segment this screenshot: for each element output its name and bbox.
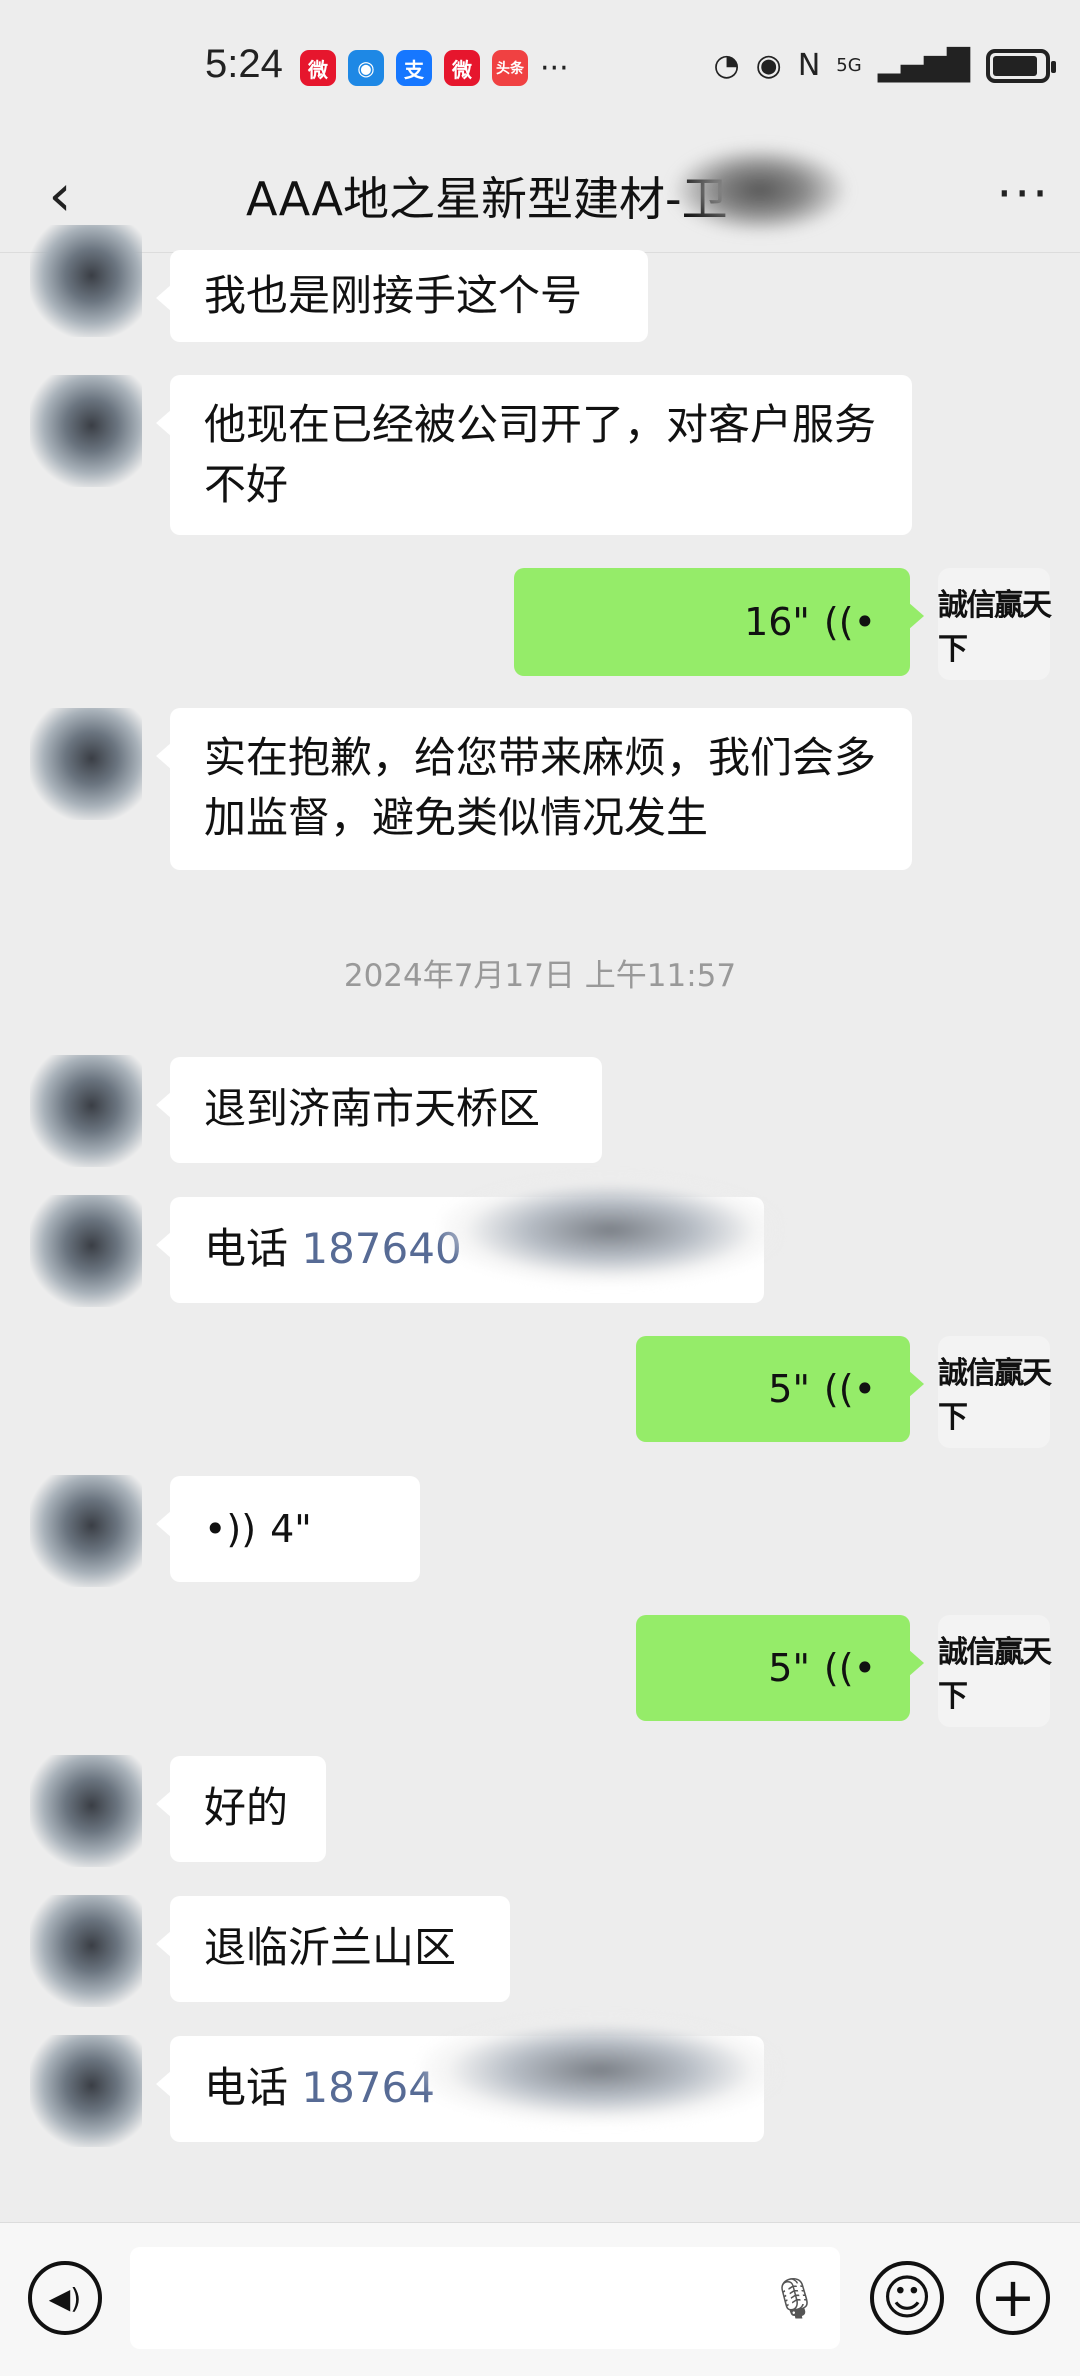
my-avatar[interactable]: 誠信贏天下 (938, 568, 1052, 680)
more-notifications-icon: ··· (540, 50, 569, 86)
alipay-icon: 支 (396, 50, 432, 86)
back-button[interactable]: ‹ (38, 161, 82, 229)
avatar-calligraphy: 誠信贏天下 (938, 1356, 1052, 1435)
message-bubble[interactable]: 退到济南市天桥区 (156, 1057, 602, 1163)
my-avatar[interactable]: 誠信贏天下 (938, 1615, 1052, 1727)
message-bubble[interactable]: 退临沂兰山区 (156, 1896, 510, 2002)
voice-wave-icon: ((• (823, 600, 876, 644)
contact-avatar[interactable] (30, 708, 142, 820)
status-bar: 5:24 微 ◉ 支 微 头条 ··· ◔ ◉ N 5G ▂▄▆█ (0, 0, 1080, 135)
contact-avatar[interactable] (30, 225, 142, 337)
weibo-icon: 微 (444, 50, 480, 86)
status-app-icons: 微 ◉ 支 微 头条 ··· (300, 50, 569, 86)
phone-label: 电话 (204, 2063, 302, 2112)
weibo-icon: 微 (300, 50, 336, 86)
speedometer-icon: ◔ (713, 48, 740, 83)
voice-duration: 16" (744, 600, 810, 644)
input-bar: ◀) 🎙 ☺ + (0, 2222, 1080, 2376)
battery-icon (986, 48, 1056, 83)
voice-wave-icon: •)) (204, 1507, 257, 1551)
contact-avatar[interactable] (30, 2035, 142, 2147)
phone-label: 电话 (204, 1224, 302, 1273)
voice-wave-icon: ((• (823, 1367, 876, 1411)
message-bubble[interactable]: 他现在已经被公司开了，对客户服务不好 (156, 375, 912, 535)
voice-duration: 4" (270, 1507, 312, 1551)
microphone-icon[interactable]: 🎙 (769, 2275, 820, 2322)
voice-duration: 5" (768, 1646, 810, 1690)
more-functions-button[interactable]: + (976, 2261, 1050, 2335)
phone-redaction (420, 2015, 780, 2125)
nfc-icon: N (797, 48, 821, 83)
contact-avatar[interactable] (30, 1755, 142, 1867)
contact-avatar[interactable] (30, 1895, 142, 2007)
chat-header: ‹ AAA地之星新型建材-卫 ··· (0, 135, 1080, 253)
emoji-button[interactable]: ☺ (870, 2261, 944, 2335)
more-options-button[interactable]: ··· (996, 165, 1050, 223)
chat-title: AAA地之星新型建材-卫 (246, 172, 728, 226)
browser-icon: ◉ (348, 50, 384, 86)
message-bubble[interactable]: 好的 (156, 1756, 326, 1862)
status-time: 5:24 (205, 42, 283, 86)
message-bubble[interactable]: 我也是刚接手这个号 (156, 250, 648, 342)
voice-message-bubble[interactable]: 5" ((• (636, 1615, 924, 1721)
phone-number-link[interactable]: 18764 (301, 2063, 435, 2112)
avatar-calligraphy: 誠信贏天下 (938, 1635, 1052, 1714)
voice-input-toggle[interactable]: ◀) (28, 2261, 102, 2335)
eye-icon: ◉ (755, 48, 782, 83)
message-bubble[interactable]: 实在抱歉，给您带来麻烦，我们会多加监督，避免类似情况发生 (156, 708, 912, 870)
voice-message-bubble[interactable]: 16" ((• (514, 568, 924, 676)
status-indicators: ◔ ◉ N 5G ▂▄▆█ (713, 48, 1056, 83)
phone-number-link[interactable]: 187640 (301, 1224, 461, 1273)
chat-timestamp: 2024年7月17日 上午11:57 (343, 958, 737, 994)
contact-avatar[interactable] (30, 1195, 142, 1307)
contact-avatar[interactable] (30, 1055, 142, 1167)
toutiao-icon: 头条 (492, 50, 528, 86)
message-input[interactable]: 🎙 (130, 2247, 840, 2349)
voice-message-bubble[interactable]: •)) 4" (156, 1476, 420, 1582)
voice-wave-icon: ((• (823, 1646, 876, 1690)
my-avatar[interactable]: 誠信贏天下 (938, 1336, 1052, 1448)
title-redaction (670, 145, 850, 235)
voice-message-bubble[interactable]: 5" ((• (636, 1336, 924, 1442)
phone-redaction (440, 1175, 780, 1285)
contact-avatar[interactable] (30, 375, 142, 487)
network-label: 5G (836, 55, 862, 76)
voice-duration: 5" (768, 1367, 810, 1411)
signal-icon: ▂▄▆█ (877, 48, 970, 83)
contact-avatar[interactable] (30, 1475, 142, 1587)
avatar-calligraphy: 誠信贏天下 (938, 588, 1052, 667)
